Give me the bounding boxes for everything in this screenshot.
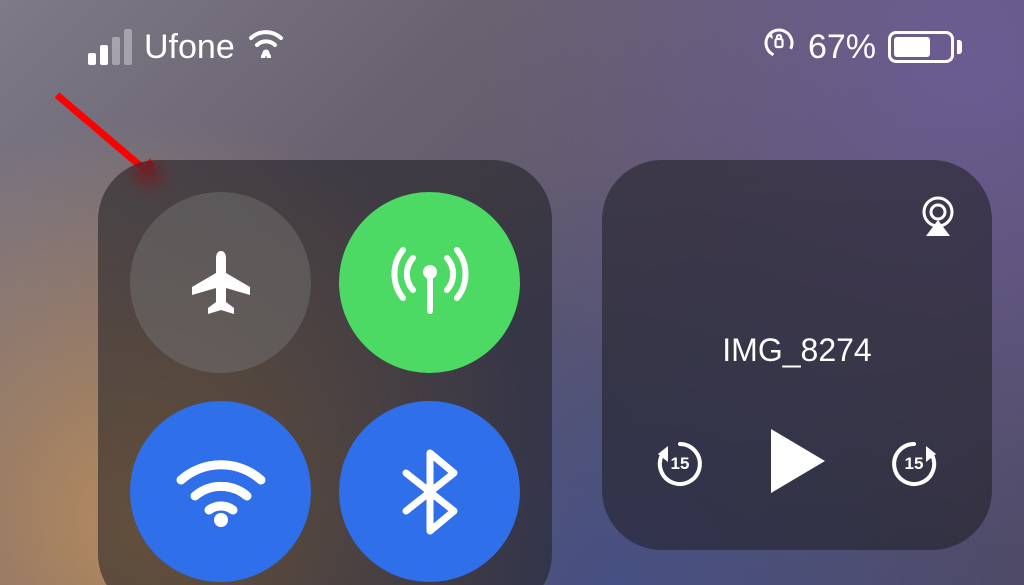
skip-forward-seconds: 15	[905, 454, 924, 474]
media-title: IMG_8274	[722, 332, 871, 369]
control-center-modules: IMG_8274 15 15	[98, 160, 992, 585]
media-controls: 15 15	[632, 425, 962, 502]
skip-forward-button[interactable]: 15	[886, 436, 942, 492]
play-button[interactable]	[765, 425, 829, 502]
status-left: Ufone	[88, 28, 285, 67]
airplay-icon	[914, 192, 962, 240]
play-icon	[765, 425, 829, 497]
carrier-name: Ufone	[144, 28, 235, 67]
rotation-lock-icon	[762, 26, 796, 69]
connectivity-module[interactable]	[98, 160, 552, 585]
bluetooth-button[interactable]	[339, 401, 520, 582]
media-module[interactable]: IMG_8274 15 15	[602, 160, 992, 550]
battery-percent: 67%	[808, 28, 876, 67]
cellular-signal-icon	[88, 29, 132, 65]
skip-back-seconds: 15	[671, 454, 690, 474]
airplane-mode-button[interactable]	[130, 192, 311, 373]
airplay-button[interactable]	[914, 192, 962, 245]
skip-back-button[interactable]: 15	[652, 436, 708, 492]
bluetooth-icon	[400, 447, 460, 537]
wifi-button[interactable]	[130, 401, 311, 582]
wifi-icon	[247, 28, 285, 67]
wifi-large-icon	[171, 452, 271, 532]
airplane-icon	[181, 243, 261, 323]
antenna-icon	[385, 238, 475, 328]
cellular-data-button[interactable]	[339, 192, 520, 373]
status-right: 67%	[762, 26, 962, 69]
status-bar: Ufone 67%	[0, 22, 1024, 72]
battery-icon	[888, 31, 962, 63]
